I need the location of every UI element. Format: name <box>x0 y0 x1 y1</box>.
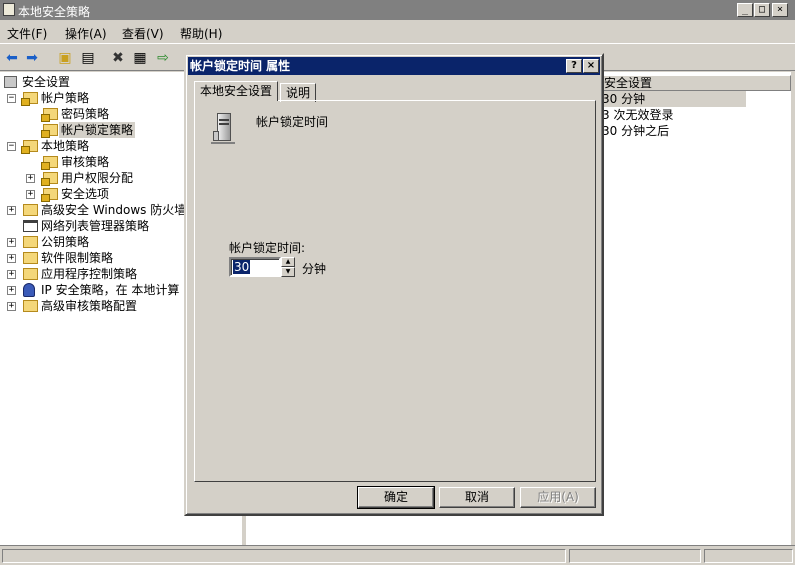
tree-item-lockout-policy[interactable]: 帐户锁定策略 <box>59 122 136 138</box>
expand-icon[interactable]: + <box>7 238 16 247</box>
tree-item-software-restriction[interactable]: 软件限制策略 <box>41 250 113 266</box>
duration-unit: 分钟 <box>302 262 327 276</box>
tree-item-ip-security[interactable]: IP 安全策略，在 本地计算 <box>41 282 179 298</box>
list-item[interactable]: 3 次无效登录 <box>602 107 673 123</box>
status-segment <box>2 549 566 563</box>
expand-icon[interactable]: + <box>26 190 35 199</box>
dialog-title-bar[interactable]: 帐户锁定时间 属性 ? × <box>188 57 600 75</box>
list-item[interactable]: 30 分钟 <box>602 91 746 107</box>
show-hide-tree-icon[interactable]: ▤ <box>78 48 98 68</box>
spin-down-icon[interactable]: ▼ <box>281 267 295 277</box>
tab-panel: 帐户锁定时间 帐户锁定时间: 30 ▲ ▼ 分钟 <box>194 100 596 482</box>
status-bar <box>0 545 795 565</box>
tree-item-security-options[interactable]: 安全选项 <box>61 186 109 202</box>
up-folder-icon[interactable]: ▣ <box>55 48 75 68</box>
lockout-duration-input[interactable]: 30 <box>229 257 281 277</box>
folder-lock-icon <box>41 156 58 170</box>
tree-item-account-policy[interactable]: 帐户策略 <box>41 90 89 106</box>
collapse-icon[interactable]: − <box>7 94 16 103</box>
folder-icon <box>23 268 38 280</box>
window-title: 本地安全策略 <box>18 5 91 19</box>
spin-up-icon[interactable]: ▲ <box>281 257 295 267</box>
cancel-button[interactable]: 取消 <box>439 487 515 508</box>
list-item[interactable]: 30 分钟之后 <box>602 123 669 139</box>
dialog-close-button[interactable]: × <box>583 59 599 73</box>
vertical-scrollbar[interactable] <box>791 72 795 545</box>
folder-lock-icon <box>21 92 38 106</box>
expand-icon[interactable]: + <box>26 174 35 183</box>
tree-item-app-control[interactable]: 应用程序控制策略 <box>41 266 137 282</box>
column-header-security-setting[interactable]: 安全设置 <box>601 75 791 91</box>
tree-item-advanced-audit[interactable]: 高级审核策略配置 <box>41 298 137 314</box>
menu-action[interactable]: 操作(A) <box>65 25 107 42</box>
expand-icon[interactable]: + <box>7 254 16 263</box>
security-policy-app-icon <box>3 3 15 16</box>
duration-spinner[interactable]: ▲ ▼ <box>281 257 295 277</box>
back-arrow-icon[interactable]: ⬅ <box>2 48 22 68</box>
tree-item-security-settings[interactable]: 安全设置 <box>22 74 70 90</box>
lockout-duration-label: 帐户锁定时间: <box>229 241 306 255</box>
security-settings-icon <box>4 76 17 88</box>
main-title-bar[interactable]: 本地安全策略 _ □ × <box>0 0 795 20</box>
folder-icon <box>23 204 38 216</box>
server-icon <box>209 113 237 145</box>
apply-button[interactable]: 应用(A) <box>520 487 596 508</box>
folder-icon <box>23 236 38 248</box>
tree-item-network-list[interactable]: 网络列表管理器策略 <box>41 218 149 234</box>
delete-icon[interactable]: ✖ <box>108 48 128 68</box>
tree-item-user-rights[interactable]: 用户权限分配 <box>61 170 133 186</box>
menu-bar: 文件(F) 操作(A) 查看(V) 帮助(H) <box>0 21 795 42</box>
ok-button[interactable]: 确定 <box>357 486 435 509</box>
folder-icon <box>23 252 38 264</box>
properties-icon[interactable]: ▦ <box>130 48 150 68</box>
dialog-title: 帐户锁定时间 属性 <box>190 59 291 73</box>
lockout-duration-value: 30 <box>233 260 251 274</box>
maximize-button[interactable]: □ <box>754 3 770 17</box>
folder-icon <box>23 300 38 312</box>
folder-lock-icon <box>41 124 58 138</box>
ip-security-shield-icon <box>23 283 35 297</box>
folder-lock-icon <box>41 188 58 202</box>
properties-dialog: 帐户锁定时间 属性 ? × 本地安全设置 说明 帐户锁定时间 帐户锁定时间: 3… <box>184 53 604 516</box>
forward-arrow-icon[interactable]: ➡ <box>22 48 42 68</box>
tree-item-local-policy[interactable]: 本地策略 <box>41 138 89 154</box>
status-segment <box>704 549 793 563</box>
folder-lock-icon <box>21 140 38 154</box>
folder-lock-icon <box>41 172 58 186</box>
tree-item-public-key[interactable]: 公钥策略 <box>41 234 89 250</box>
help-button[interactable]: ? <box>566 59 582 73</box>
tree-item-password-policy[interactable]: 密码策略 <box>61 106 109 122</box>
export-list-icon[interactable]: ⇨ <box>153 48 173 68</box>
policy-name: 帐户锁定时间 <box>256 115 329 129</box>
folder-lock-icon <box>41 108 58 122</box>
menu-file[interactable]: 文件(F) <box>7 25 47 42</box>
collapse-icon[interactable]: − <box>7 142 16 151</box>
tab-local-security-setting[interactable]: 本地安全设置 <box>194 81 279 101</box>
tree-item-firewall[interactable]: 高级安全 Windows 防火墙 <box>41 202 186 218</box>
network-list-icon <box>23 220 38 232</box>
expand-icon[interactable]: + <box>7 270 16 279</box>
close-button[interactable]: × <box>772 3 788 17</box>
tree-item-audit-policy[interactable]: 审核策略 <box>61 154 109 170</box>
expand-icon[interactable]: + <box>7 302 16 311</box>
expand-icon[interactable]: + <box>7 286 16 295</box>
menu-help[interactable]: 帮助(H) <box>180 25 222 42</box>
menu-view[interactable]: 查看(V) <box>122 25 164 42</box>
status-segment <box>569 549 701 563</box>
minimize-button[interactable]: _ <box>737 3 753 17</box>
expand-icon[interactable]: + <box>7 206 16 215</box>
